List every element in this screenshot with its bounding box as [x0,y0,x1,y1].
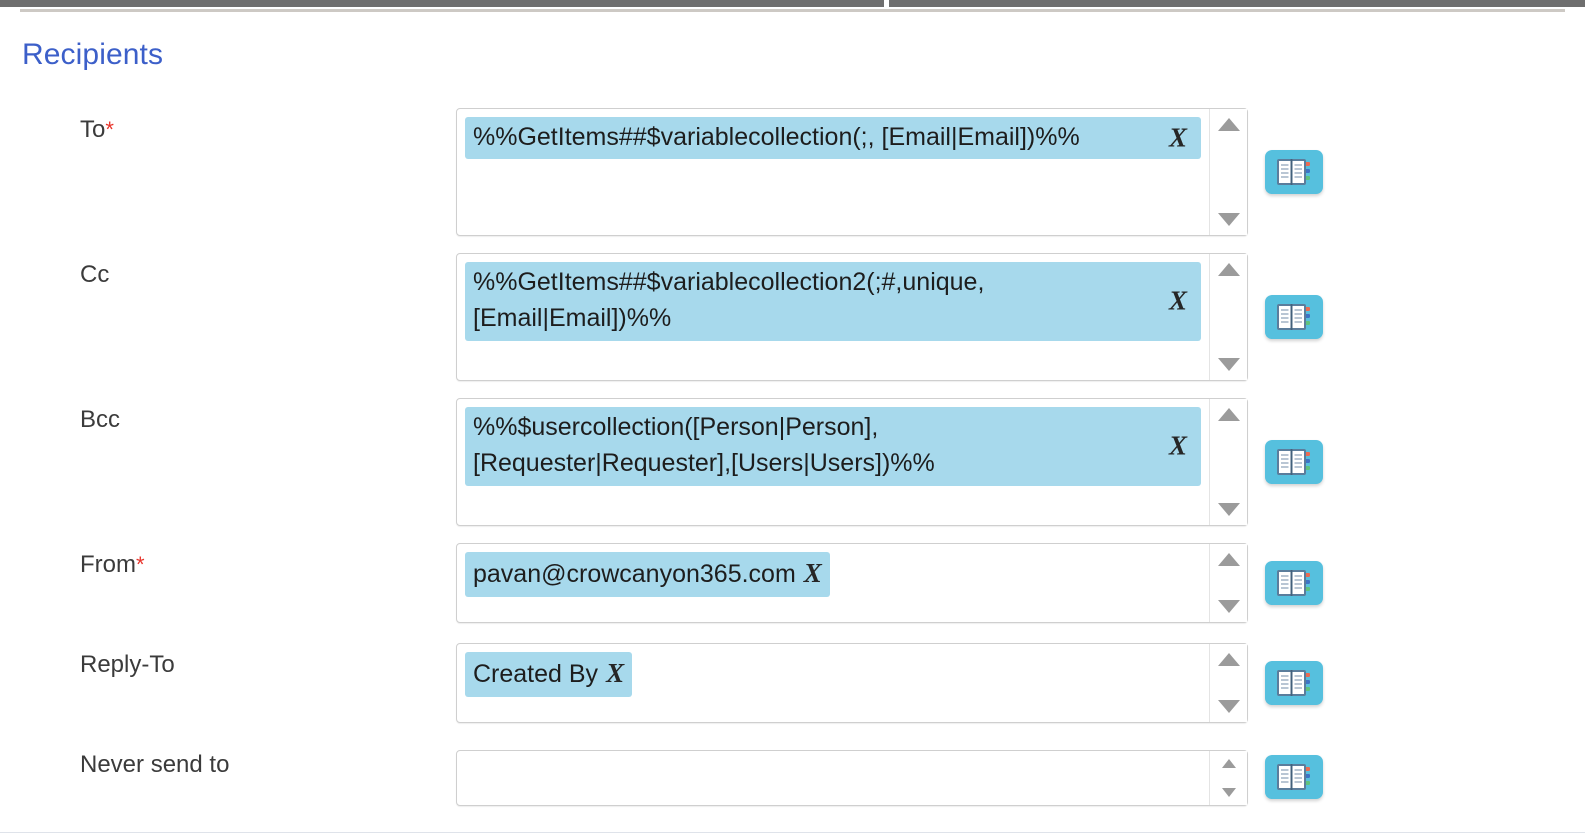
remove-chip-reply-to-icon[interactable]: X [606,658,624,688]
field-label-reply-to: Reply-To [80,653,175,677]
field-label-cc: Cc [80,263,109,287]
chip-container-to: %%GetItems##$variablecollection(;, [Emai… [457,109,1207,235]
field-box-cc[interactable]: %%GetItems##$variablecollection2(;#,uniq… [456,253,1248,381]
field-scrollbar-cc[interactable] [1209,254,1247,380]
field-label-bcc-text: Bcc [80,406,121,433]
chip-container-cc: %%GetItems##$variablecollection2(;#,uniq… [457,254,1207,380]
remove-chip-from-icon[interactable]: X [804,558,822,588]
field-scrollbar-reply-to[interactable] [1209,644,1247,722]
address-book-picker-from[interactable] [1265,561,1323,605]
triangle-down-icon[interactable] [1217,503,1240,516]
triangle-down-icon[interactable] [1217,600,1240,613]
field-label-cc-text: Cc [80,261,110,288]
field-box-bcc[interactable]: %%$usercollection([Person|Person], [Requ… [456,398,1248,526]
address-book-icon [1277,449,1310,475]
field-box-from[interactable]: pavan@crowcanyon365.com X [456,543,1248,623]
field-box-reply-to[interactable]: Created By X [456,643,1248,723]
chip-container-bcc: %%$usercollection([Person|Person], [Requ… [457,399,1207,525]
chip-container-from: pavan@crowcanyon365.com X [457,544,1207,622]
address-book-picker-never-send-to[interactable] [1265,755,1323,799]
triangle-down-icon[interactable] [1221,788,1236,797]
field-box-to[interactable]: %%GetItems##$variablecollection(;, [Emai… [456,108,1248,236]
address-book-icon [1277,159,1310,185]
field-box-never-send-to[interactable] [456,750,1248,806]
chip-container-reply-to: Created By X [457,644,1207,722]
recipient-chip-bcc[interactable]: %%$usercollection([Person|Person], [Requ… [465,407,1201,486]
recipient-chip-reply-to[interactable]: Created By X [465,652,633,698]
triangle-up-icon[interactable] [1217,263,1240,276]
field-label-to-text: To [80,116,106,143]
address-book-icon [1277,670,1310,696]
chip-container-never-send-to [457,751,1207,805]
field-label-never-send-to-text: Never send to [80,751,230,778]
triangle-up-icon[interactable] [1217,653,1240,666]
remove-chip-to-icon[interactable]: X [1169,119,1187,158]
recipients-page: Recipients To* %%GetItems##$variablecoll… [0,0,1585,837]
top-chrome-notch [884,0,889,7]
remove-chip-bcc-icon[interactable]: X [1169,427,1187,466]
page-title: Recipients [22,38,164,71]
remove-chip-cc-icon[interactable]: X [1169,282,1187,321]
recipient-chip-cc-text: %%GetItems##$variablecollection2(;#,uniq… [473,268,992,333]
recipient-chip-bcc-text: %%$usercollection([Person|Person], [Requ… [473,413,935,478]
triangle-up-icon[interactable] [1217,553,1240,566]
recipient-chip-to-text: %%GetItems##$variablecollection(;, [Emai… [473,123,1080,151]
triangle-down-icon[interactable] [1217,213,1240,226]
triangle-down-icon[interactable] [1217,358,1240,371]
triangle-up-icon[interactable] [1217,118,1240,131]
field-label-from: From* [80,553,145,577]
address-book-icon [1277,304,1310,330]
address-book-picker-reply-to[interactable] [1265,661,1323,705]
field-label-bcc: Bcc [80,408,120,432]
address-book-picker-to[interactable] [1265,150,1323,194]
recipient-chip-cc[interactable]: %%GetItems##$variablecollection2(;#,uniq… [465,262,1201,341]
address-book-icon [1277,764,1310,790]
required-asterisk-from: * [136,552,145,577]
bottom-divider [0,832,1585,833]
field-label-from-text: From [80,551,136,578]
field-scrollbar-to[interactable] [1209,109,1247,235]
field-scrollbar-bcc[interactable] [1209,399,1247,525]
field-scrollbar-never-send-to[interactable] [1209,751,1247,805]
address-book-icon [1277,570,1310,596]
triangle-up-icon[interactable] [1217,408,1240,421]
required-asterisk-to: * [105,117,114,142]
recipient-chip-to[interactable]: %%GetItems##$variablecollection(;, [Emai… [465,117,1201,160]
recipient-chip-reply-to-text: Created By [473,660,599,688]
recipient-chip-from-text: pavan@crowcanyon365.com [473,560,796,588]
top-chrome-bar [0,0,1585,7]
address-book-picker-bcc[interactable] [1265,440,1323,484]
address-book-picker-cc[interactable] [1265,295,1323,339]
top-divider [20,9,1565,12]
field-scrollbar-from[interactable] [1209,544,1247,622]
field-label-reply-to-text: Reply-To [80,651,175,678]
triangle-up-icon[interactable] [1221,759,1236,768]
triangle-down-icon[interactable] [1217,700,1240,713]
field-label-to: To* [80,118,114,142]
recipient-chip-from[interactable]: pavan@crowcanyon365.com X [465,552,830,598]
field-label-never-send-to: Never send to [80,753,229,777]
